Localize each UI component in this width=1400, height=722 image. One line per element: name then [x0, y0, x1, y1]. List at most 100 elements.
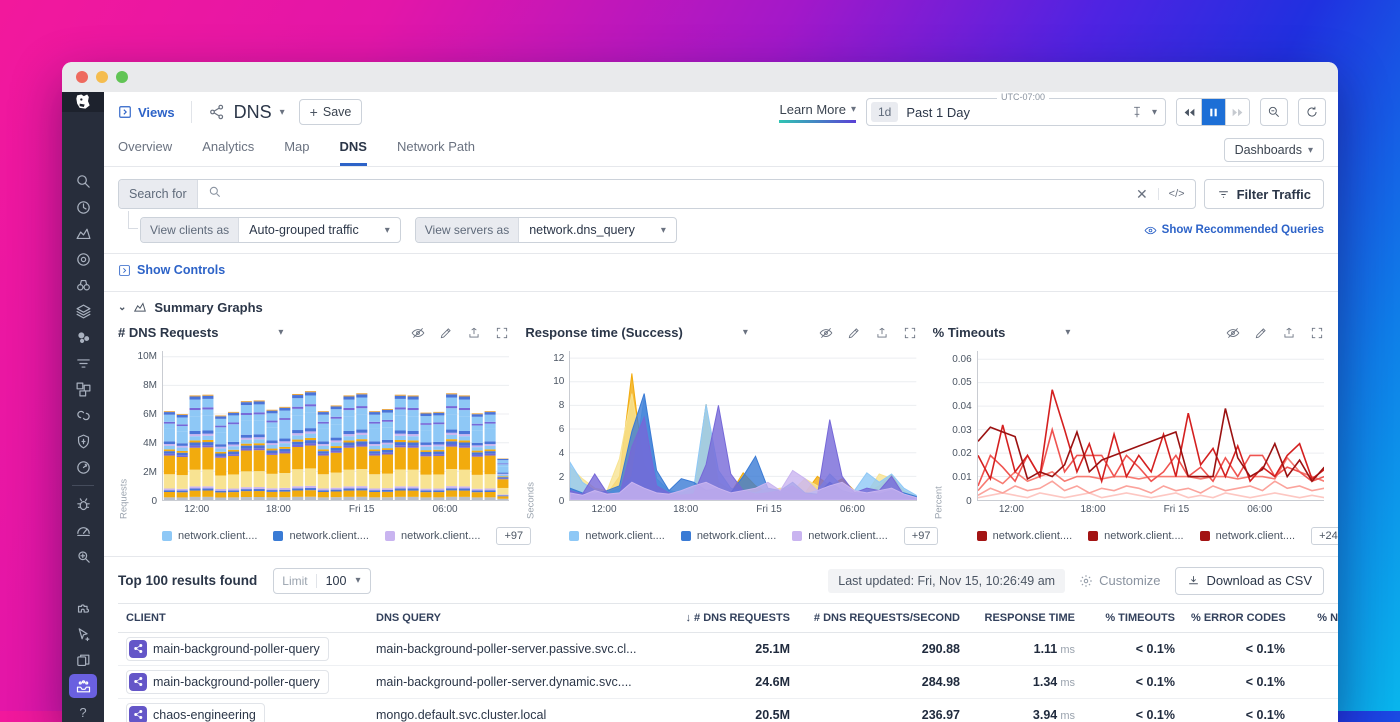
- datadog-logo[interactable]: [62, 92, 104, 112]
- client-chip[interactable]: main-background-poller-query: [126, 670, 329, 694]
- step-forward-button[interactable]: [1225, 99, 1249, 125]
- show-controls-link[interactable]: Show Controls: [118, 263, 225, 277]
- legend-item[interactable]: network.client....: [569, 530, 664, 542]
- dashboards-dropdown[interactable]: Dashboards▾: [1224, 138, 1324, 162]
- download-csv-button[interactable]: Download as CSV: [1175, 567, 1325, 595]
- search-input[interactable]: [222, 187, 1126, 202]
- filter-traffic-button[interactable]: Filter Traffic: [1204, 179, 1324, 209]
- hide-graph-icon[interactable]: [819, 326, 833, 340]
- legend-item[interactable]: network.client....: [1200, 530, 1295, 542]
- bug-icon[interactable]: [69, 492, 97, 516]
- export-graph-icon[interactable]: [875, 326, 889, 340]
- tab-network-path[interactable]: Network Path: [397, 139, 475, 166]
- zoom-window-button[interactable]: [116, 71, 128, 83]
- tab-analytics[interactable]: Analytics: [202, 139, 254, 166]
- legend-item[interactable]: network.client....: [977, 530, 1072, 542]
- tab-map[interactable]: Map: [284, 139, 309, 166]
- views-button[interactable]: Views: [118, 105, 175, 120]
- legend-item[interactable]: network.client....: [273, 530, 368, 542]
- table-row[interactable]: main-background-poller-querymain-backgro…: [118, 632, 1338, 665]
- history-icon[interactable]: [69, 195, 97, 219]
- view-title[interactable]: DNS ▾: [208, 102, 285, 123]
- show-recommended-queries-link[interactable]: Show Recommended Queries: [1144, 224, 1324, 237]
- edit-graph-icon[interactable]: [439, 326, 453, 340]
- column-header--error-codes[interactable]: % ERROR CODES: [1183, 603, 1293, 632]
- hide-graph-icon[interactable]: [1226, 326, 1240, 340]
- clear-search-icon[interactable]: ✕: [1136, 186, 1148, 203]
- client-chip[interactable]: main-background-poller-query: [126, 637, 329, 661]
- column-header--dns-requests-second[interactable]: # DNS REQUESTS/SECOND: [798, 603, 968, 632]
- apm-target-icon[interactable]: [69, 247, 97, 271]
- chart-plot-area[interactable]: [977, 351, 1324, 501]
- table-row[interactable]: chaos-engineeringmongo.default.svc.clust…: [118, 698, 1338, 722]
- chart-title[interactable]: % Timeouts: [933, 325, 1006, 340]
- save-button[interactable]: + Save: [299, 99, 363, 125]
- chevron-down-icon[interactable]: ▾: [278, 327, 283, 338]
- edit-graph-icon[interactable]: [1254, 326, 1268, 340]
- table-row[interactable]: main-background-poller-querymain-backgro…: [118, 665, 1338, 698]
- column-header-response-time[interactable]: RESPONSE TIME: [968, 603, 1083, 632]
- legend-item[interactable]: network.client....: [162, 530, 257, 542]
- export-graph-icon[interactable]: [467, 326, 481, 340]
- chevron-down-icon[interactable]: ▾: [1065, 327, 1070, 338]
- legend-more-badge[interactable]: +24: [1311, 527, 1338, 545]
- watchdog-icon[interactable]: [69, 273, 97, 297]
- view-clients-as-select[interactable]: Auto-grouped traffic▾: [239, 218, 400, 242]
- network-inbox-icon[interactable]: [69, 674, 97, 698]
- refresh-button[interactable]: [1298, 98, 1326, 126]
- export-graph-icon[interactable]: [1282, 326, 1296, 340]
- synthetics-chain-icon[interactable]: [69, 403, 97, 427]
- customize-button[interactable]: Customize: [1079, 573, 1160, 588]
- column-header--timeouts[interactable]: % TIMEOUTS: [1083, 603, 1183, 632]
- session-replay-icon[interactable]: [69, 648, 97, 672]
- view-servers-as-select[interactable]: network.dns_query▾: [519, 218, 676, 242]
- pause-button[interactable]: [1201, 99, 1225, 125]
- expand-graph-icon[interactable]: [495, 326, 509, 340]
- chevron-down-icon[interactable]: ▾: [1152, 107, 1157, 118]
- logs-icon[interactable]: [69, 351, 97, 375]
- security-shield-icon[interactable]: [69, 429, 97, 453]
- help-icon[interactable]: ?: [69, 700, 97, 722]
- column-header-client[interactable]: CLIENT: [118, 603, 368, 632]
- code-view-icon[interactable]: </>: [1158, 188, 1185, 200]
- search-icon[interactable]: [69, 169, 97, 193]
- collapse-chevron-icon[interactable]: ⌄: [118, 302, 126, 313]
- column-header--dns-requests[interactable]: ↓# DNS REQUESTS: [668, 603, 798, 632]
- pin-icon[interactable]: [1130, 105, 1144, 119]
- legend-item[interactable]: network.client....: [385, 530, 480, 542]
- x-axis-ticks: 12:0018:00Fri 1506:00: [569, 501, 916, 517]
- chart-title[interactable]: # DNS Requests: [118, 325, 218, 340]
- ci-gauge-icon[interactable]: [69, 455, 97, 479]
- automation-cursor-icon[interactable]: [69, 622, 97, 646]
- tab-dns[interactable]: DNS: [340, 139, 367, 166]
- close-window-button[interactable]: [76, 71, 88, 83]
- legend-item[interactable]: network.client....: [792, 530, 887, 542]
- hide-graph-icon[interactable]: [411, 326, 425, 340]
- legend-item[interactable]: network.client....: [1088, 530, 1183, 542]
- step-back-button[interactable]: [1177, 99, 1201, 125]
- metrics-icon[interactable]: [69, 221, 97, 245]
- chart-title[interactable]: Response time (Success): [525, 325, 683, 340]
- dashboards-icon[interactable]: [69, 377, 97, 401]
- column-header-dns-query[interactable]: DNS QUERY: [368, 603, 668, 632]
- time-range-picker[interactable]: UTC-07:00 1d Past 1 Day ▾: [866, 98, 1166, 126]
- performance-gauge-icon[interactable]: [69, 518, 97, 542]
- minimize-window-button[interactable]: [96, 71, 108, 83]
- learn-more-dropdown[interactable]: Learn More▾: [779, 102, 856, 123]
- expand-graph-icon[interactable]: [903, 326, 917, 340]
- database-search-icon[interactable]: [69, 544, 97, 568]
- chart-plot-area[interactable]: [569, 351, 916, 501]
- client-chip[interactable]: chaos-engineering: [126, 703, 265, 722]
- chart-plot-area[interactable]: [162, 351, 509, 501]
- edit-graph-icon[interactable]: [847, 326, 861, 340]
- infrastructure-icon[interactable]: [69, 299, 97, 323]
- tab-overview[interactable]: Overview: [118, 139, 172, 166]
- legend-item[interactable]: network.client....: [681, 530, 776, 542]
- integrations-puzzle-icon[interactable]: [69, 596, 97, 620]
- limit-select[interactable]: 100▾: [317, 574, 370, 588]
- service-map-icon[interactable]: [69, 325, 97, 349]
- expand-graph-icon[interactable]: [1310, 326, 1324, 340]
- zoom-out-button[interactable]: [1260, 98, 1288, 126]
- chevron-down-icon[interactable]: ▾: [743, 327, 748, 338]
- column-header--nxdomain[interactable]: % NXDOMAIN: [1293, 603, 1338, 632]
